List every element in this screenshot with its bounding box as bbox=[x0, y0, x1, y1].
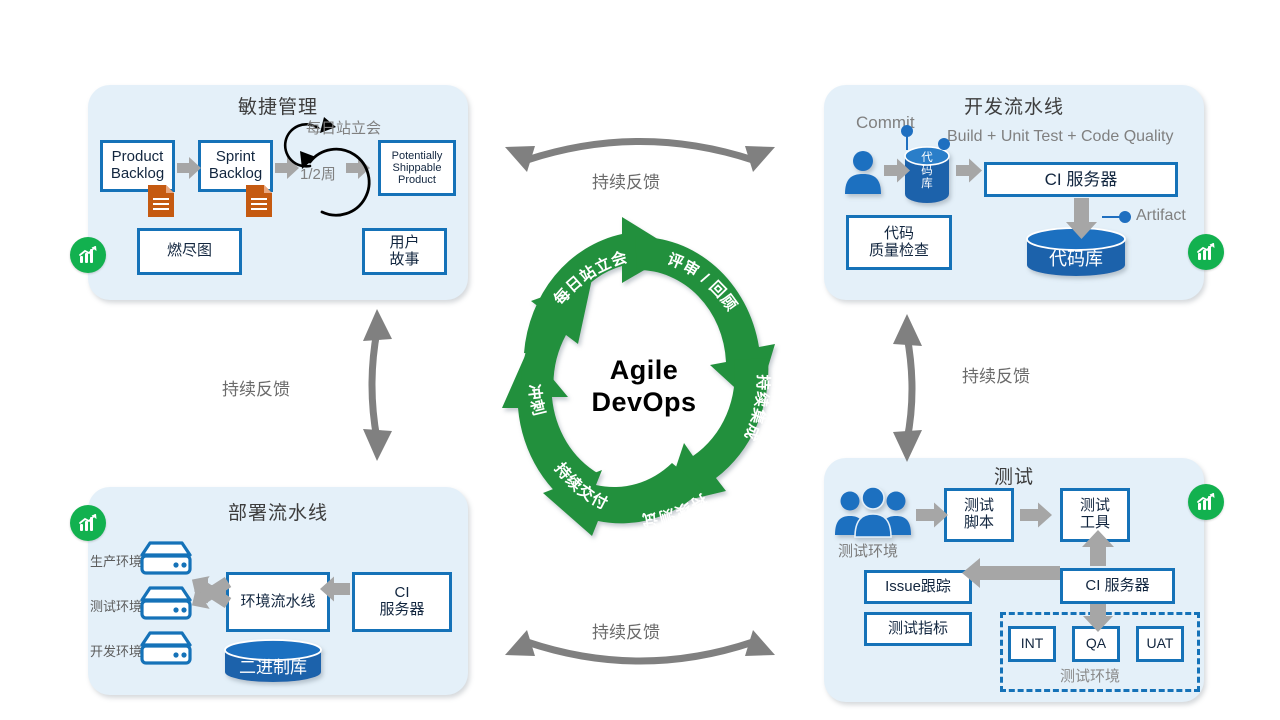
growth-chart-glyph bbox=[79, 246, 97, 263]
feedback-arrow-right bbox=[893, 314, 922, 462]
feedback-label-bottom: 持续反馈 bbox=[592, 623, 660, 642]
feedback-arrow-left bbox=[363, 309, 392, 461]
testing-connectors bbox=[916, 502, 1114, 632]
sprint-length-label: 1/2周 bbox=[300, 166, 336, 183]
growth-chart-glyph bbox=[1197, 243, 1215, 260]
dev-connectors bbox=[884, 125, 1131, 239]
growth-chart-icon bbox=[1188, 234, 1224, 270]
diagram-canvas: 敏捷管理 Product Backlog Sprint Backlog Pote… bbox=[0, 0, 1280, 720]
deploy-connectors bbox=[191, 576, 350, 609]
document-icon bbox=[148, 185, 174, 217]
feedback-label-left: 持续反馈 bbox=[222, 380, 290, 399]
agile-connectors bbox=[177, 117, 371, 217]
growth-chart-icon bbox=[1188, 484, 1224, 520]
wheel-center-line2: DevOps bbox=[591, 386, 697, 417]
growth-chart-glyph bbox=[1197, 493, 1215, 510]
feedback-label-right: 持续反馈 bbox=[962, 367, 1030, 386]
document-icon bbox=[246, 185, 272, 217]
daily-standup-label: 每日站立会 bbox=[306, 120, 382, 137]
wheel-center-line1: Agile bbox=[609, 355, 679, 385]
growth-chart-icon bbox=[70, 237, 106, 273]
feedback-label-top: 持续反馈 bbox=[592, 173, 660, 192]
wheel-center-title: Agile DevOps bbox=[564, 355, 724, 419]
artifact-label: Artifact bbox=[1136, 207, 1186, 224]
